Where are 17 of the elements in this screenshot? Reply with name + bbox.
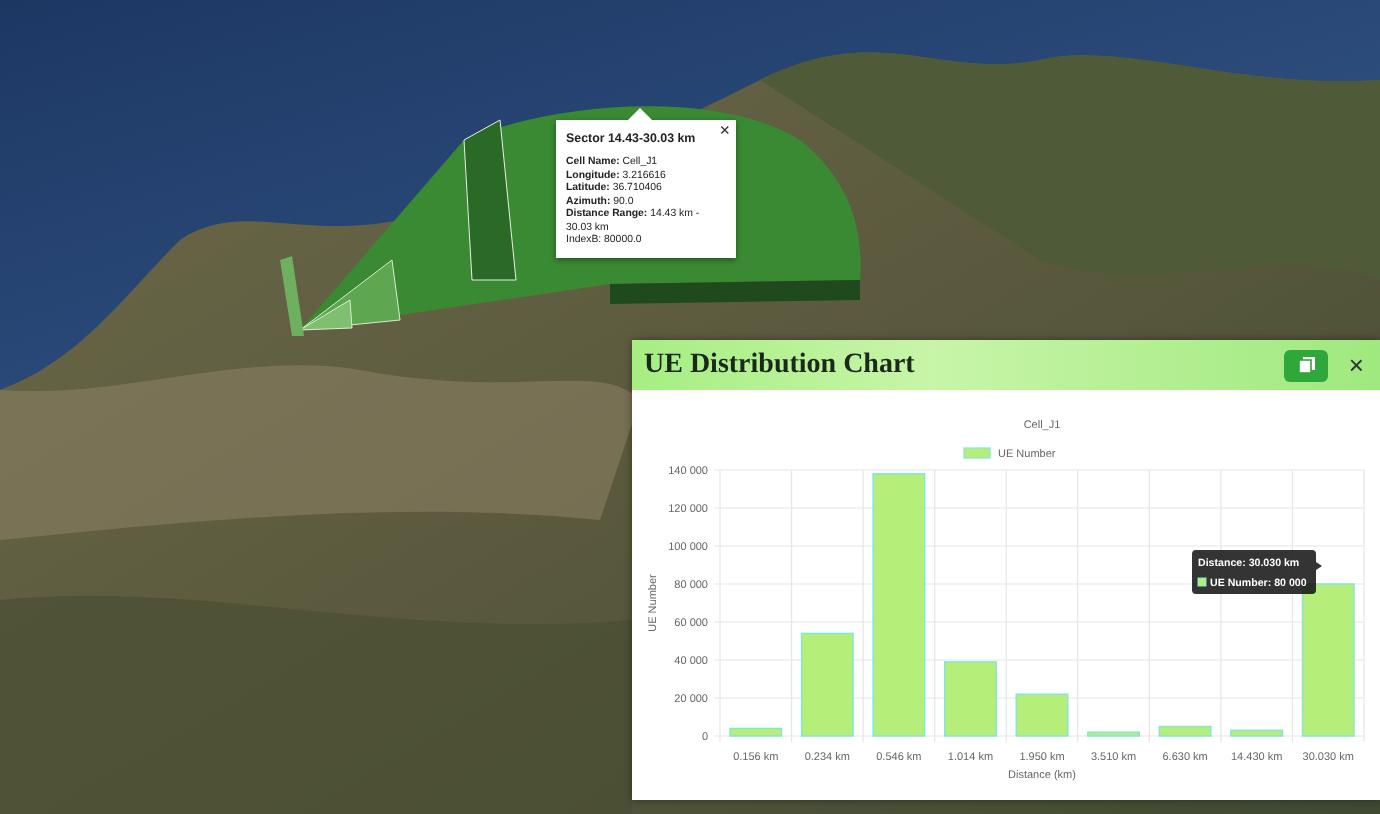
bar[interactable] xyxy=(1087,731,1140,737)
legend-swatch xyxy=(963,447,991,459)
panel-title: UE Distribution Chart xyxy=(644,349,917,381)
close-button[interactable]: × xyxy=(1344,350,1368,380)
bar[interactable] xyxy=(943,661,997,737)
bar[interactable] xyxy=(1158,725,1212,737)
bar[interactable] xyxy=(800,632,854,737)
bar[interactable] xyxy=(1015,693,1069,737)
copy-button[interactable] xyxy=(1284,349,1329,381)
bar[interactable] xyxy=(729,727,783,737)
bar[interactable] xyxy=(1230,729,1284,737)
bar[interactable] xyxy=(1301,583,1355,737)
bar[interactable] xyxy=(872,473,926,737)
copy-icon xyxy=(1297,356,1316,374)
legend-swatch xyxy=(1197,577,1207,587)
chart-tooltip xyxy=(1192,550,1322,594)
close-button[interactable]: × xyxy=(719,122,730,140)
